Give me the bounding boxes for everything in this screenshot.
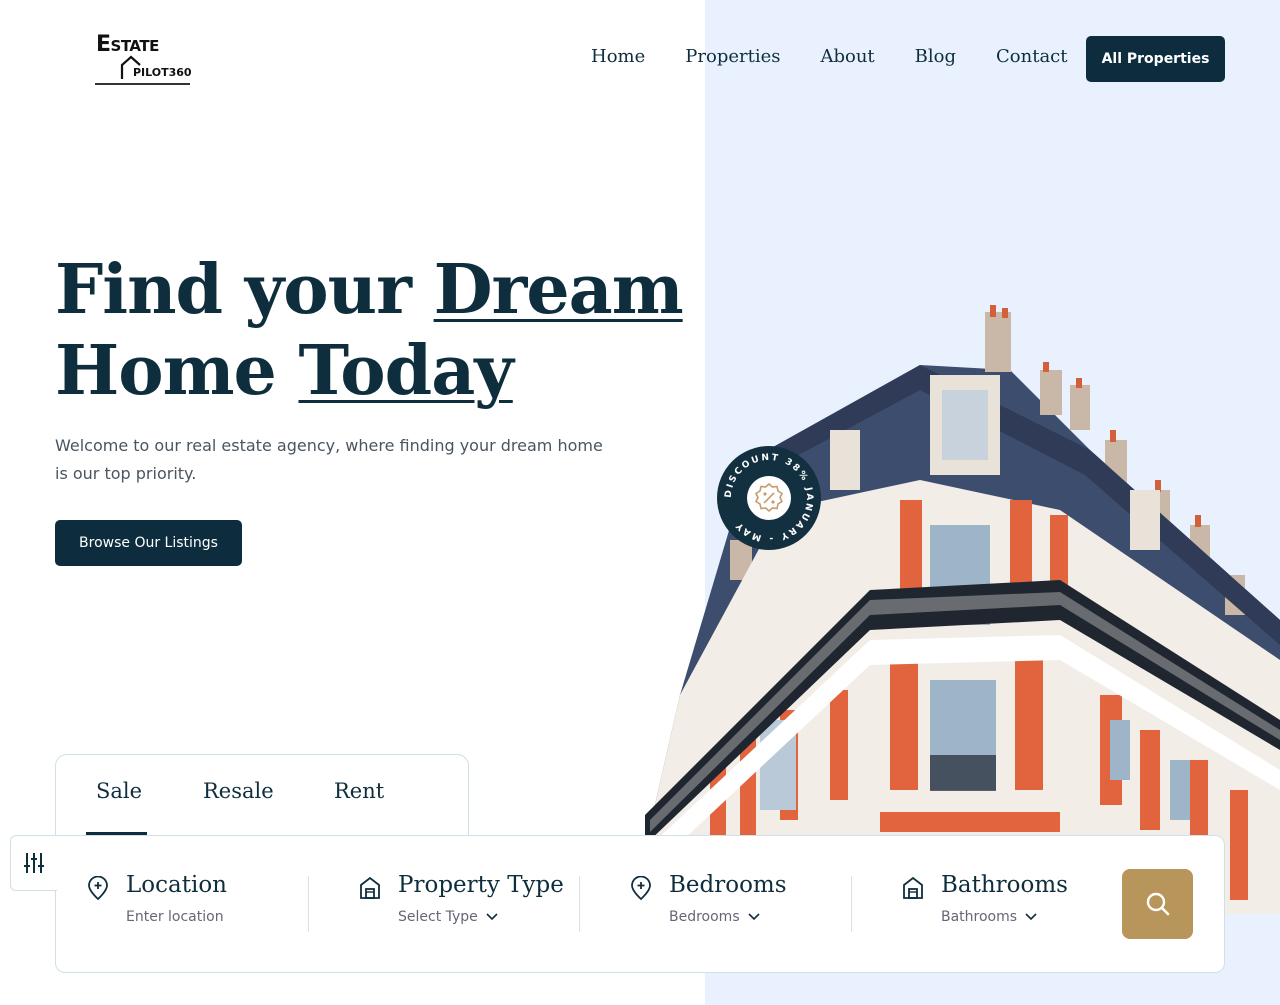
logo-underline <box>95 83 190 85</box>
location-placeholder: Enter location <box>126 909 224 925</box>
hero-title: Find your Dream Home Today <box>55 250 684 412</box>
field-divider <box>851 876 852 932</box>
location-label: Location <box>126 872 227 898</box>
bathrooms-field[interactable]: Bathrooms Bathrooms <box>902 836 1112 974</box>
nav-blog[interactable]: Blog <box>915 46 956 67</box>
logo[interactable]: ESTATE PILOT360 <box>95 32 192 86</box>
logo-initial: E <box>96 32 111 57</box>
hero-title-highlight: Today <box>298 331 514 411</box>
hero-subtitle: Welcome to our real estate agency, where… <box>55 436 603 483</box>
house-icon <box>360 876 380 899</box>
location-pin-icon <box>631 876 651 900</box>
hero-title-text: Find your <box>55 250 434 330</box>
nav-contact[interactable]: Contact <box>996 46 1067 67</box>
bedrooms-select[interactable]: Bedrooms <box>669 909 760 925</box>
logo-subtext: PILOT360 <box>133 66 192 79</box>
property-type-value: Select Type <box>398 909 478 925</box>
location-field[interactable]: Location Enter location <box>87 836 307 974</box>
tab-resale[interactable]: Resale <box>203 779 274 803</box>
location-pin-icon <box>88 876 108 900</box>
location-input[interactable]: Enter location <box>126 909 224 925</box>
field-divider <box>579 876 580 932</box>
filter-toggle-button[interactable] <box>10 835 57 891</box>
bathrooms-value: Bathrooms <box>941 909 1018 925</box>
nav-properties[interactable]: Properties <box>685 46 780 67</box>
chevron-down-icon <box>486 913 498 921</box>
bedrooms-label: Bedrooms <box>669 872 787 898</box>
bathrooms-select[interactable]: Bathrooms <box>941 909 1037 925</box>
search-button[interactable] <box>1122 869 1193 939</box>
chevron-down-icon <box>748 913 760 921</box>
tab-sale[interactable]: Sale <box>96 779 142 803</box>
building-image <box>630 305 1280 914</box>
sliders-icon <box>24 853 44 873</box>
property-search-bar: Location Enter location Property Type Se… <box>55 835 1225 973</box>
search-icon <box>1146 892 1169 916</box>
listing-type-tabs: Sale Resale Rent <box>55 754 469 836</box>
hero-title-text: Home <box>55 331 299 411</box>
main-nav: Home Properties About Blog Contact <box>591 46 1068 67</box>
nav-about[interactable]: About <box>820 46 874 67</box>
chevron-down-icon <box>1025 913 1037 921</box>
bathrooms-label: Bathrooms <box>941 872 1068 898</box>
house-icon <box>903 876 923 899</box>
property-type-select[interactable]: Select Type <box>398 909 498 925</box>
logo-word: STATE <box>110 37 160 55</box>
bedrooms-field[interactable]: Bedrooms Bedrooms <box>630 836 850 974</box>
discount-badge: DISCOUNT 38% JANUARY - MAY <box>717 446 821 550</box>
property-type-field[interactable]: Property Type Select Type <box>359 836 579 974</box>
property-type-label: Property Type <box>398 872 564 898</box>
browse-listings-button[interactable]: Browse Our Listings <box>55 520 242 566</box>
all-properties-button[interactable]: All Properties <box>1086 36 1225 82</box>
bedrooms-value: Bedrooms <box>669 909 740 925</box>
nav-home[interactable]: Home <box>591 46 645 67</box>
tab-rent[interactable]: Rent <box>334 779 384 803</box>
field-divider <box>308 876 309 932</box>
